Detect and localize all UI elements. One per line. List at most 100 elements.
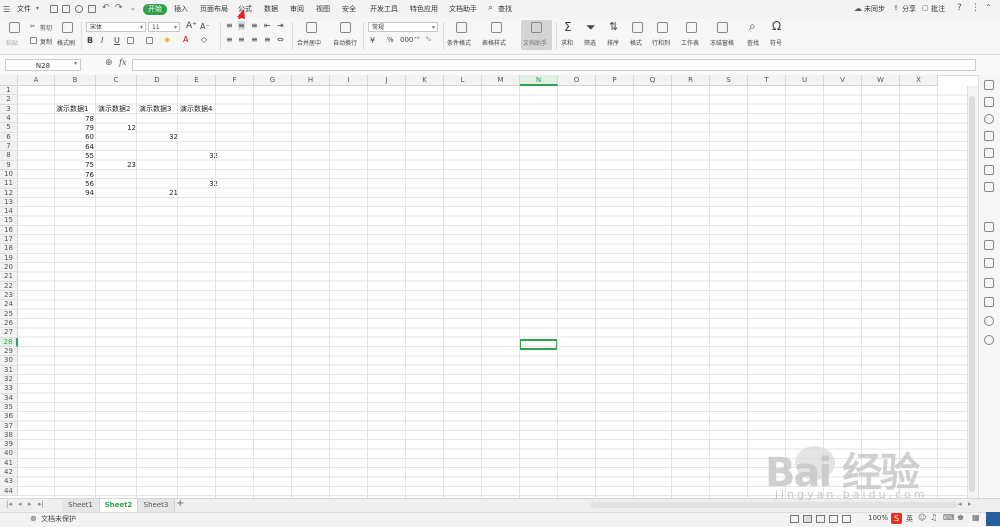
undo-icon[interactable]: ↶ [102,3,110,13]
cell-b9[interactable]: 75 [56,161,94,170]
normal-view-icon[interactable] [803,515,812,523]
column-header-n[interactable]: N [520,75,558,86]
wrap-text-button[interactable]: 自动换行 [333,38,357,47]
cell-c5[interactable]: 12 [97,124,136,133]
column-header-k[interactable]: K [406,75,444,86]
cell-b10[interactable]: 76 [56,171,94,180]
fullscreen-icon[interactable] [790,515,799,523]
column-header-x[interactable]: X [900,75,938,86]
row-header-19[interactable]: 19 [0,253,18,264]
hamburger-icon[interactable]: ☰ [3,5,10,14]
customize-icon[interactable]: ⌄ [130,4,136,12]
row-header-12[interactable]: 12 [0,188,18,198]
filter-button[interactable]: 筛选 [584,38,596,47]
cell-b3[interactable]: 演示数据1 [56,105,88,114]
symbol-button[interactable]: 符号 [770,38,782,47]
row-header-9[interactable]: 9 [0,160,18,170]
column-header-r[interactable]: R [672,75,710,86]
open-icon[interactable] [62,5,70,13]
chevron-down-icon[interactable]: ▾ [74,60,77,67]
cell-c9[interactable]: 23 [97,161,136,170]
row-header-44[interactable]: 44 [0,486,18,497]
row-header-16[interactable]: 16 [0,225,18,236]
row-header-22[interactable]: 22 [0,281,18,292]
column-header-q[interactable]: Q [634,75,672,86]
row-header-24[interactable]: 24 [0,300,18,310]
number-format-select[interactable]: 常规 [368,22,438,33]
column-header-b[interactable]: B [55,75,96,86]
formula-input[interactable] [132,59,976,71]
emoji-icon[interactable]: ☺ [918,513,926,522]
cell-d3[interactable]: 演示数据3 [139,105,171,114]
cell-b7[interactable]: 64 [56,143,94,152]
cell-b4[interactable]: 78 [56,115,94,124]
row-header-38[interactable]: 38 [0,430,18,441]
column-header-t[interactable]: T [748,75,786,86]
font-name-select[interactable]: 宋体 [86,22,146,33]
comment-button[interactable]: 批注 [931,4,945,15]
row-header-26[interactable]: 26 [0,319,18,329]
font-size-select[interactable]: 11 [148,22,180,33]
align-left-icon[interactable]: ≡ [226,35,233,44]
format-painter-icon[interactable] [62,22,73,33]
row-header-1[interactable]: 1 [0,86,18,96]
select-all-corner[interactable] [0,75,18,86]
merge-center-button[interactable]: 合并居中 [297,38,321,47]
thousands-icon[interactable]: 000 [400,36,413,44]
column-header-d[interactable]: D [137,75,178,86]
row-header-25[interactable]: 25 [0,309,18,319]
image-icon[interactable] [984,278,994,288]
save-icon[interactable] [50,5,58,13]
help-icon[interactable]: ? [957,3,962,13]
worksheet-icon[interactable] [686,22,697,33]
row-header-6[interactable]: 6 [0,132,18,142]
underline-button[interactable]: U [114,36,120,45]
sum-button[interactable]: 求和 [561,38,573,47]
indent-increase-icon[interactable]: ⇥ [277,21,284,30]
row-header-4[interactable]: 4 [0,113,18,124]
redo-icon[interactable]: ↷ [115,3,123,13]
border-icon[interactable] [127,37,134,44]
taskbar-app-icon[interactable] [986,512,1000,526]
row-header-23[interactable]: 23 [0,291,18,301]
sheet-tab-sheet1[interactable]: Sheet1 [62,499,100,512]
find-icon[interactable]: ⌕ [749,19,756,34]
row-header-28[interactable]: 28 [0,337,18,347]
sheet-tab-sheet3[interactable]: Sheet3 [138,499,175,512]
selected-cell-n28[interactable] [519,339,558,350]
conditional-format-icon[interactable] [456,22,467,33]
percent-icon[interactable]: % [387,36,394,44]
zoom-formula-icon[interactable]: ⊕ [105,58,113,68]
tab-developer[interactable]: 开发工具 [370,4,398,15]
column-header-w[interactable]: W [862,75,900,86]
align-middle-icon[interactable]: ≡ [238,21,245,30]
print-icon[interactable] [75,5,83,13]
conditional-format-button[interactable]: 条件格式 [447,38,471,47]
cell-b12[interactable]: 94 [56,189,94,198]
column-header-u[interactable]: U [786,75,824,86]
cell-d12[interactable]: 21 [139,189,178,198]
row-header-36[interactable]: 36 [0,412,18,422]
decimal-decrease-icon[interactable]: ⁰₀ [426,36,431,43]
print-preview-icon[interactable] [88,5,96,13]
wrap-text-icon[interactable] [340,22,351,33]
cut-button[interactable]: 剪切 [40,23,52,32]
row-header-30[interactable]: 30 [0,356,18,366]
row-header-31[interactable]: 31 [0,365,18,375]
first-sheet-icon[interactable]: |◂ [6,500,12,508]
share-button[interactable]: 分享 [902,4,916,15]
fill-pattern-icon[interactable] [146,37,153,44]
row-header-18[interactable]: 18 [0,244,18,254]
column-header-j[interactable]: J [368,75,406,86]
copy-button[interactable]: 复制 [40,37,52,46]
column-header-m[interactable]: M [482,75,520,86]
shape-icon[interactable] [984,97,994,107]
paste-icon[interactable] [9,22,20,33]
align-center-icon[interactable]: ≡ [238,35,245,44]
share-panel-icon[interactable] [984,240,994,250]
row-header-41[interactable]: 41 [0,458,18,469]
distributed-icon[interactable]: ⇔ [277,35,284,44]
tab-review[interactable]: 审阅 [290,4,304,15]
row-header-14[interactable]: 14 [0,207,18,217]
mic-icon[interactable]: ♫ [930,513,937,522]
